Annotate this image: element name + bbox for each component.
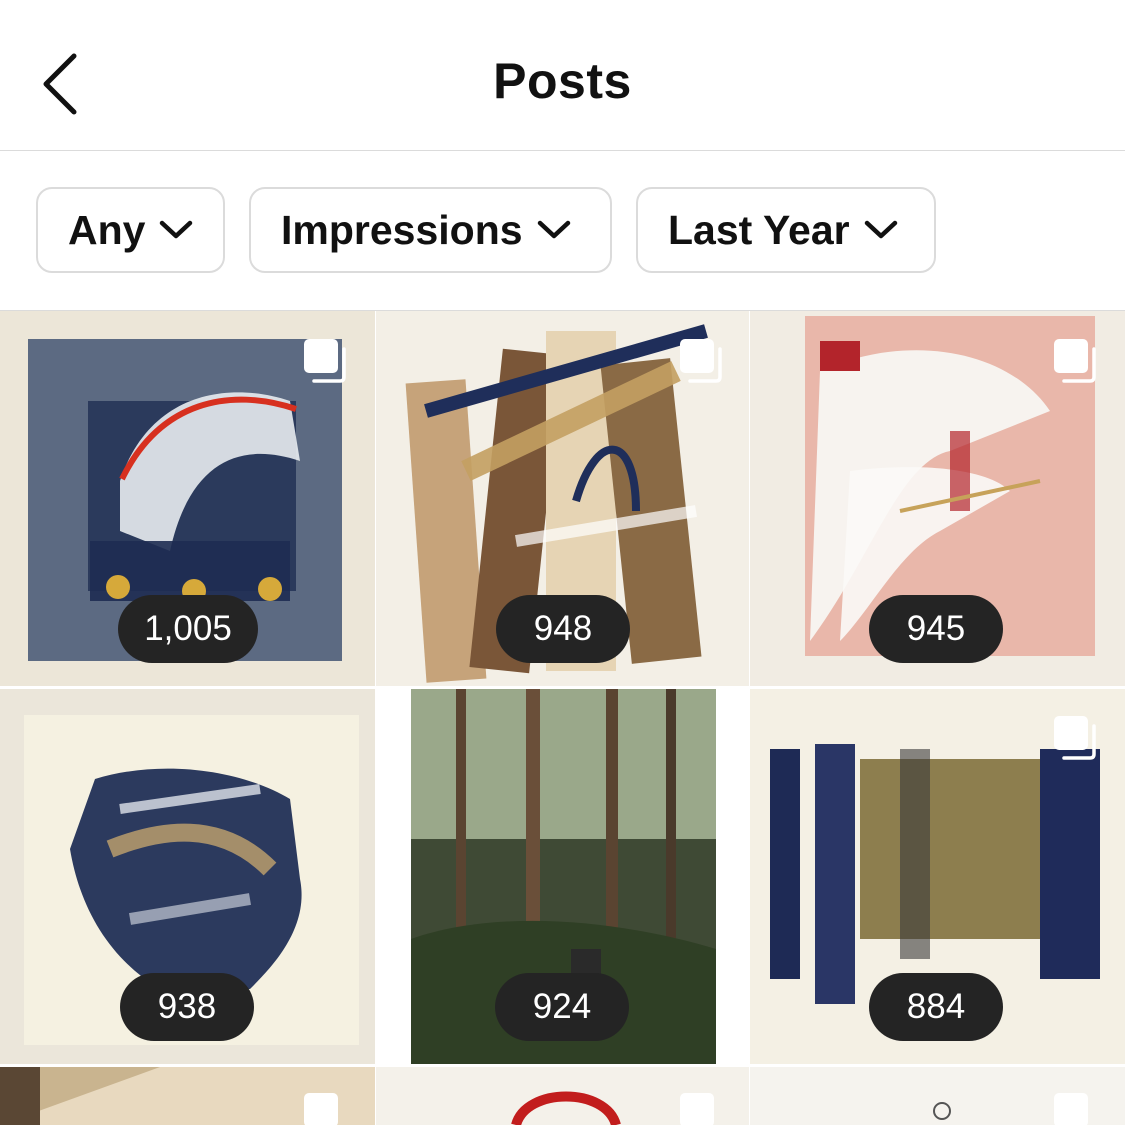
chevron-down-icon	[159, 220, 193, 240]
filter-last-year-label: Last Year	[668, 206, 850, 253]
filter-impressions-label: Impressions	[281, 206, 523, 253]
multi-photo-icon	[304, 1093, 338, 1127]
chevron-down-icon	[864, 220, 898, 240]
posts-grid: 1,005 948 945 938 924 884	[0, 311, 1125, 1127]
filter-impressions-dropdown[interactable]: Impressions	[249, 187, 612, 273]
header-bar: Posts	[0, 0, 1125, 151]
multi-photo-icon	[1054, 339, 1096, 383]
multi-photo-icon	[1054, 716, 1096, 760]
impressions-badge: 884	[869, 973, 1003, 1041]
filter-any-dropdown[interactable]: Any	[36, 187, 225, 273]
impressions-badge: 945	[869, 595, 1003, 663]
chevron-down-icon	[537, 220, 571, 240]
filter-last-year-dropdown[interactable]: Last Year	[636, 187, 936, 273]
filter-bar: Any Impressions Last Year	[0, 151, 1125, 311]
impressions-badge: 948	[496, 595, 630, 663]
impressions-badge: 924	[495, 973, 629, 1041]
page-title: Posts	[493, 53, 632, 109]
multi-photo-icon	[1054, 1093, 1088, 1127]
impressions-badge: 1,005	[118, 595, 258, 663]
filter-any-label: Any	[68, 206, 146, 253]
multi-photo-icon	[304, 339, 346, 383]
impressions-badge: 938	[120, 973, 254, 1041]
multi-photo-icon	[680, 1093, 714, 1127]
multi-photo-icon	[680, 339, 722, 383]
